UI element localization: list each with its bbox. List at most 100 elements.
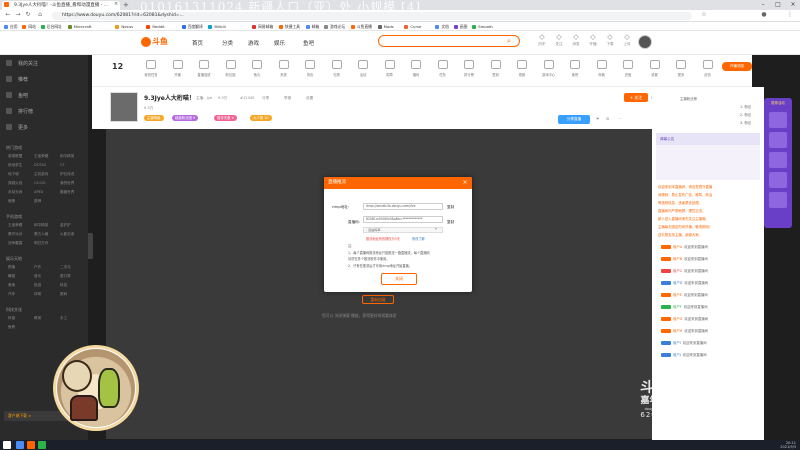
category-item[interactable]: 更多 [670, 60, 692, 77]
menu-icon[interactable]: ⋮ [786, 11, 794, 18]
sidebar-category-item[interactable]: 原神 [34, 199, 41, 204]
activity-icon[interactable] [769, 172, 787, 188]
bookmark-item[interactable]: Reddit [146, 22, 164, 31]
back-icon[interactable]: ← [4, 11, 12, 18]
sidebar-category-item[interactable]: 地下城 [8, 172, 19, 177]
site-logo[interactable]: 斗鱼 [140, 35, 172, 49]
activity-icon[interactable] [769, 132, 787, 148]
start-live-button[interactable]: 开播领奖 [722, 62, 752, 71]
category-item[interactable]: 活动 [352, 60, 374, 77]
sidebar-category-item[interactable]: CS:GO [34, 181, 46, 185]
chat-username[interactable]: 用户B [673, 257, 682, 261]
bookmark-item[interactable]: 应用 [4, 22, 18, 31]
sidebar-category-item[interactable]: 我的世界 [60, 181, 74, 186]
rtmp-address-field[interactable]: rtmp://sendtc3a.douyu.com/live [363, 203, 443, 210]
chat-username[interactable]: 用户G [673, 317, 682, 321]
bookmark-item[interactable]: 网易邮箱 [252, 22, 273, 31]
sidebar-category-item[interactable]: 科技 [60, 283, 67, 288]
copy-rtmp-button[interactable]: 复制 [447, 205, 454, 210]
settings-icon[interactable]: ⚙ [606, 117, 609, 121]
activity-icon[interactable] [769, 152, 787, 168]
download-icon[interactable]: ◇ 下载 [603, 33, 617, 51]
close-window-icon[interactable]: × [786, 0, 800, 10]
chat-username[interactable]: 用户J [673, 353, 681, 357]
sidebar-category-item[interactable]: 和平精英 [34, 223, 48, 228]
sidebar-category-item[interactable]: 颜值 [8, 265, 15, 270]
sidebar-item-1[interactable]: 推荐 [6, 76, 28, 83]
category-item[interactable]: 粉丝团 [220, 60, 242, 77]
sidebar-category-item[interactable]: 永劫无间 [8, 190, 22, 195]
forward-icon[interactable]: → [14, 11, 22, 18]
bitrate-select[interactable]: - 自由码率 - [363, 227, 443, 233]
sidebar-item-2[interactable]: 鱼吧 [6, 92, 28, 99]
bookmark-item[interactable]: 游戏论坛 [324, 22, 345, 31]
category-item[interactable]: 视频 [511, 60, 533, 77]
new-tab-button[interactable]: + [123, 1, 129, 9]
search-icon[interactable]: ⌕ [504, 36, 514, 46]
category-item[interactable]: 签到 [485, 60, 507, 77]
url-field[interactable]: https://www.douyu.com/62081?rid=62081&dy… [52, 12, 692, 20]
category-item[interactable]: 任务 [432, 60, 454, 77]
sidebar-category-item[interactable]: 二次元 [60, 265, 71, 270]
category-item[interactable]: 贵族 [273, 60, 295, 77]
profile-icon[interactable]: ● [760, 11, 768, 18]
user-avatar[interactable] [638, 35, 652, 49]
maximize-window-icon[interactable]: □ [771, 0, 785, 10]
bookmark-item[interactable]: Bilibili [208, 22, 225, 31]
category-item[interactable]: 鱼吧 [564, 60, 586, 77]
sidebar-category-item[interactable]: 和平精英 [60, 154, 74, 159]
sidebar-category-item[interactable]: DOTA2 [34, 163, 46, 167]
sidebar-category-item[interactable]: 鱼教 [8, 325, 15, 330]
category-item[interactable]: 充值 [617, 60, 639, 77]
sidebar-category-item[interactable]: 美食 [8, 283, 15, 288]
sidebar-category-item[interactable]: 火影忍者 [60, 232, 74, 237]
category-item[interactable]: 设置 [644, 60, 666, 77]
follow-icon[interactable]: ◇ 关注 [552, 33, 566, 51]
sidebar-category-item[interactable]: 汽车 [8, 292, 15, 297]
stream-code-field[interactable]: 62081rx5h0t5c0&a6a=************* [363, 216, 443, 223]
category-item[interactable]: 商城 [591, 60, 613, 77]
sidebar-category-item[interactable]: 暗黑 [8, 199, 15, 204]
sidebar-category-item[interactable]: 体育 [34, 292, 41, 297]
browser-tab[interactable]: 9.3Jye人大桁喵！-斗鱼直播_看和动漫直播 - ... [2, 1, 120, 10]
minimize-window-icon[interactable]: – [756, 0, 770, 10]
chat-username[interactable]: 用户I [673, 341, 681, 345]
message-icon[interactable]: ◇ 消息 [569, 33, 583, 51]
category-item[interactable]: 排行榜 [458, 60, 480, 77]
taskbar-app-icon[interactable] [27, 441, 35, 449]
activity-icon[interactable] [769, 192, 787, 208]
sidebar-category-item[interactable]: 绝地求生 [8, 163, 22, 168]
room-meta-item[interactable]: 举报 [284, 96, 291, 101]
sidebar-item-0[interactable]: 我的关注 [6, 60, 38, 67]
bookmark-item[interactable]: Minecraft [68, 22, 92, 31]
history-icon[interactable]: ◇ 历史 [535, 33, 549, 51]
start-icon[interactable] [3, 441, 11, 449]
sidebar-category-item[interactable]: 王者荣耀 [34, 154, 48, 159]
sidebar-category-item[interactable]: 蛋仔派对 [8, 232, 22, 237]
sidebar-category-item[interactable]: 音乐 [34, 274, 41, 279]
nav-0[interactable]: 首页 [192, 39, 203, 47]
upload-icon[interactable]: ◇ 上传 [620, 33, 634, 51]
bookmark-item[interactable]: 快捷工具 [279, 22, 300, 31]
bookmark-item[interactable]: 网站 [22, 22, 36, 31]
chat-username[interactable]: 用户A [673, 245, 682, 249]
sidebar-category-item[interactable]: 舞蹈 [8, 274, 15, 279]
chat-username[interactable]: 用户E [673, 293, 682, 297]
sidebar-category-item[interactable]: 数码 [60, 292, 67, 297]
bookmark-item[interactable]: Mods [378, 22, 394, 31]
activity-icon[interactable] [769, 112, 787, 128]
bookmark-item[interactable]: Smooth [472, 22, 493, 31]
room-meta-item[interactable]: 设置 [306, 96, 313, 101]
bookmark-item[interactable]: 斗鱼直播 [351, 22, 372, 31]
chat-username[interactable]: 用户D [673, 281, 682, 285]
sidebar-category-item[interactable]: 教育 [34, 316, 41, 321]
close-dialog-icon[interactable]: × [461, 179, 469, 187]
category-item[interactable]: 直播回放 [193, 60, 215, 77]
sidebar-category-item[interactable]: 魔兽世界 [60, 190, 74, 195]
room-meta-item[interactable]: 分享 [262, 96, 269, 101]
taskbar-app-icon[interactable] [16, 441, 24, 449]
sidebar-category-item[interactable]: 炉石传说 [60, 172, 74, 177]
chat-username[interactable]: 用户C [673, 269, 682, 273]
sidebar-category-item[interactable]: 战争雷霆 [8, 241, 22, 246]
bookmark-item[interactable]: 文档 [435, 22, 449, 31]
